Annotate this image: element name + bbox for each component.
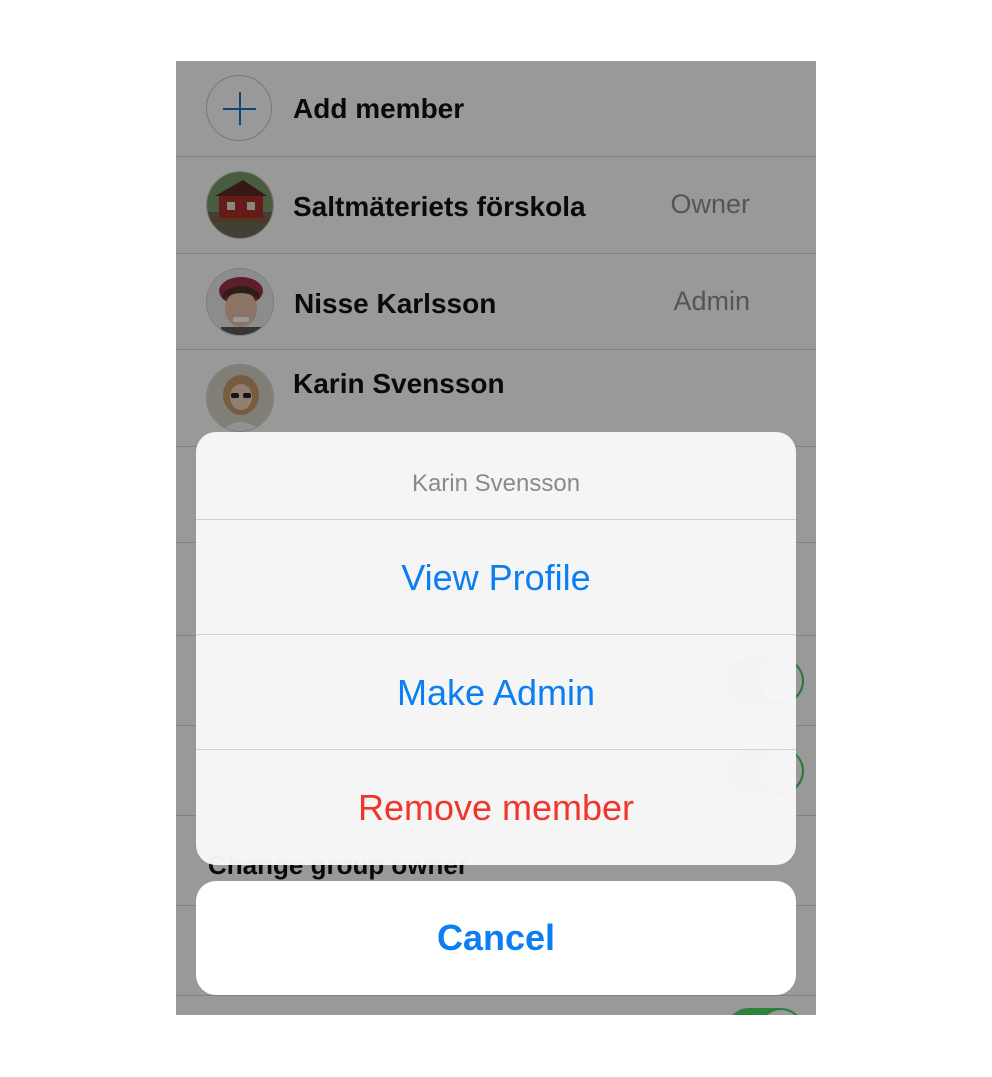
make-admin-button[interactable]: Make Admin — [196, 635, 796, 750]
cancel-button[interactable]: Cancel — [196, 881, 796, 995]
view-profile-button[interactable]: View Profile — [196, 520, 796, 635]
action-sheet-title: Karin Svensson — [196, 432, 796, 520]
remove-member-button[interactable]: Remove member — [196, 750, 796, 865]
action-sheet: Karin Svensson View Profile Make Admin R… — [196, 432, 796, 865]
group-members-screen: Add member Saltmäteriets förskola Owner — [176, 61, 816, 1015]
